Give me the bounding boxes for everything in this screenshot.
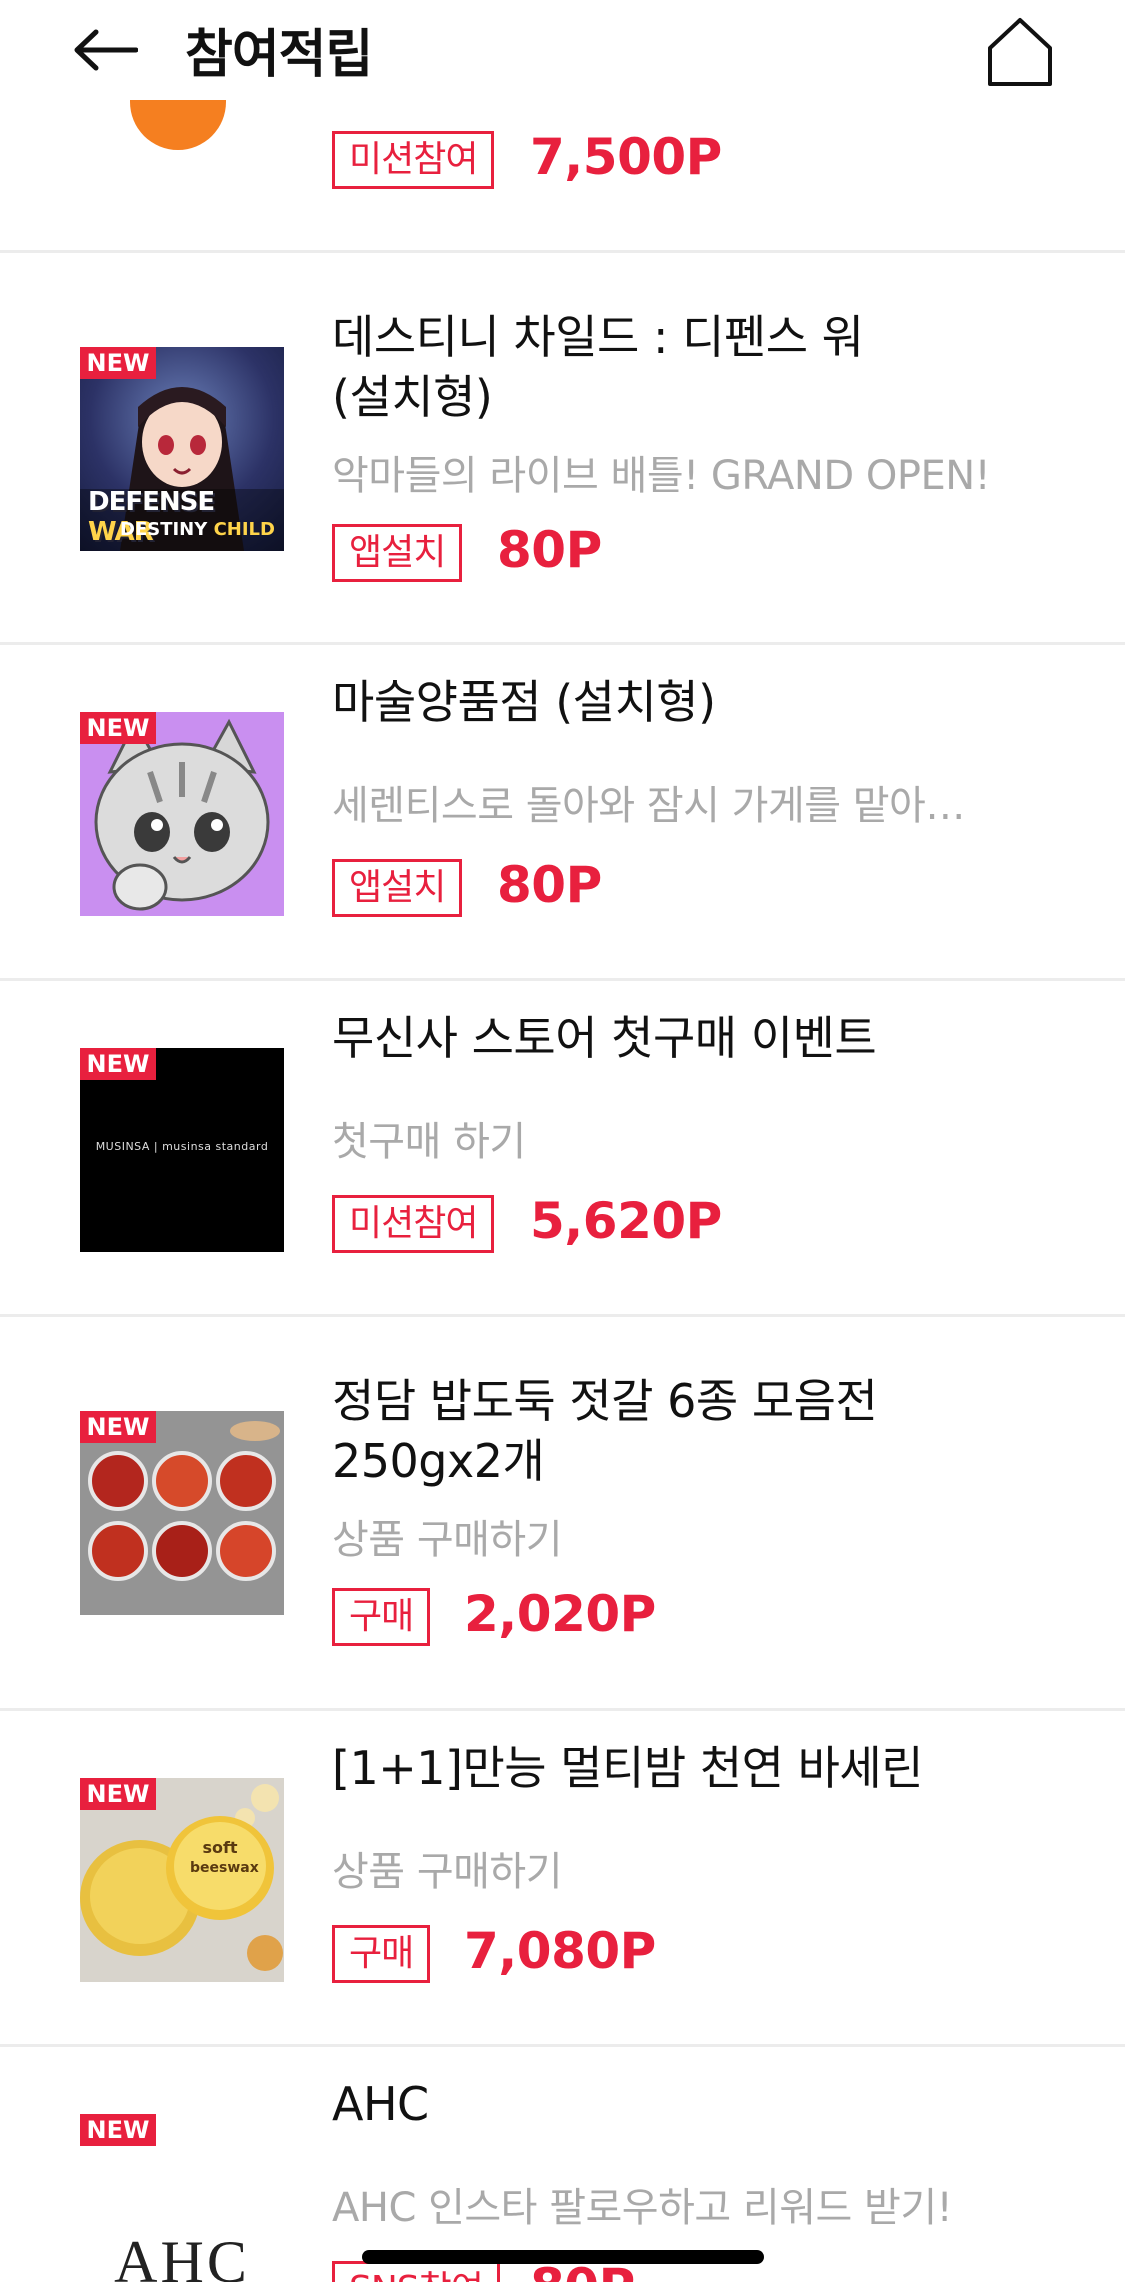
points: 5,620P xyxy=(530,1192,722,1250)
new-badge: NEW xyxy=(80,1778,156,1810)
ahc-logo: AHC xyxy=(114,2229,250,2282)
item-desc: 상품 구매하기 xyxy=(332,1849,563,1895)
list-item[interactable]: soft beeswax NEW [1+1]만능 멀티밤 천연 바세린 상품 구… xyxy=(0,1711,1125,2047)
list-item[interactable]: AHC NEW AHC AHC 인스타 팔로우하고 리워드 받기! SNS참여 … xyxy=(0,2047,1125,2282)
points: 2,020P xyxy=(464,1585,656,1643)
item-title: 데스티니 차일드 : 디펜스 워 (설치형) xyxy=(332,310,864,424)
app-header: 참여적립 xyxy=(0,0,1125,100)
points: 7,080P xyxy=(464,1922,656,1980)
points: 80P xyxy=(497,521,602,579)
thumb-logo-word: CHILD xyxy=(213,519,275,540)
thumb-logo-word: DEFENSE xyxy=(88,487,215,517)
thumb-logo-word: DESTINY xyxy=(120,519,208,540)
points: 7,500P xyxy=(530,128,722,186)
page-title: 참여적립 xyxy=(185,25,373,85)
home-button[interactable] xyxy=(980,12,1060,92)
type-tag: 미션참여 xyxy=(332,1195,495,1253)
new-badge: NEW xyxy=(80,2114,156,2146)
new-badge: NEW xyxy=(80,347,156,379)
thumb-logo: MUSINSA | musinsa standard xyxy=(95,1140,269,1153)
type-tag: 구매 xyxy=(332,1925,431,1983)
item-desc: 첫구매 하기 xyxy=(332,1119,526,1165)
item-title: [1+1]만능 멀티밤 천연 바세린 xyxy=(332,1741,924,1795)
new-badge: NEW xyxy=(80,1048,156,1080)
item-title: 마술양품점 (설치형) xyxy=(332,675,716,729)
type-tag: SNS참여 xyxy=(332,2261,500,2282)
list-item[interactable]: MUSINSA | musinsa standard NEW 무신사 스토어 첫… xyxy=(0,981,1125,1317)
list-item[interactable]: DEFENSE WAR DESTINY CHILD NEW 데스티니 차일드 :… xyxy=(0,253,1125,645)
thumb-logo-word: beeswax xyxy=(190,1860,259,1876)
home-icon xyxy=(988,18,1052,86)
new-badge: NEW xyxy=(80,1411,156,1443)
item-title: 정담 밥도둑 젓갈 6종 모음전 250gx2개 xyxy=(332,1374,878,1488)
arrow-left-icon xyxy=(74,29,138,71)
type-tag: 구매 xyxy=(332,1588,431,1646)
new-badge: NEW xyxy=(80,712,156,744)
thumb-logo-word: soft xyxy=(202,1838,238,1857)
item-desc: AHC 인스타 팔로우하고 리워드 받기! xyxy=(332,2185,953,2231)
item-title: 무신사 스토어 첫구매 이벤트 xyxy=(332,1011,877,1065)
thumb-logo-sub: DESTINY CHILD xyxy=(120,519,275,540)
item-title: AHC xyxy=(332,2077,429,2131)
item-desc: 세렌티스로 돌아와 잠시 가게를 맡아… xyxy=(332,783,965,829)
back-button[interactable] xyxy=(70,18,140,82)
item-desc: 악마들의 라이브 배틀! GRAND OPEN! xyxy=(332,453,991,499)
list-item[interactable]: NEW 마술양품점 (설치형) 세렌티스로 돌아와 잠시 가게를 맡아… 앱설치… xyxy=(0,645,1125,981)
type-tag: 앱설치 xyxy=(332,859,463,917)
thumb-logo: soft beeswax xyxy=(190,1838,259,1878)
points: 80P xyxy=(497,856,602,914)
home-indicator[interactable] xyxy=(362,2250,764,2264)
type-tag: 앱설치 xyxy=(332,524,463,582)
item-desc: 상품 구매하기 xyxy=(332,1517,563,1563)
type-tag: 미션참여 xyxy=(332,131,495,189)
list-item[interactable]: NEW 정담 밥도둑 젓갈 6종 모음전 250gx2개 상품 구매하기 구매 … xyxy=(0,1317,1125,1711)
